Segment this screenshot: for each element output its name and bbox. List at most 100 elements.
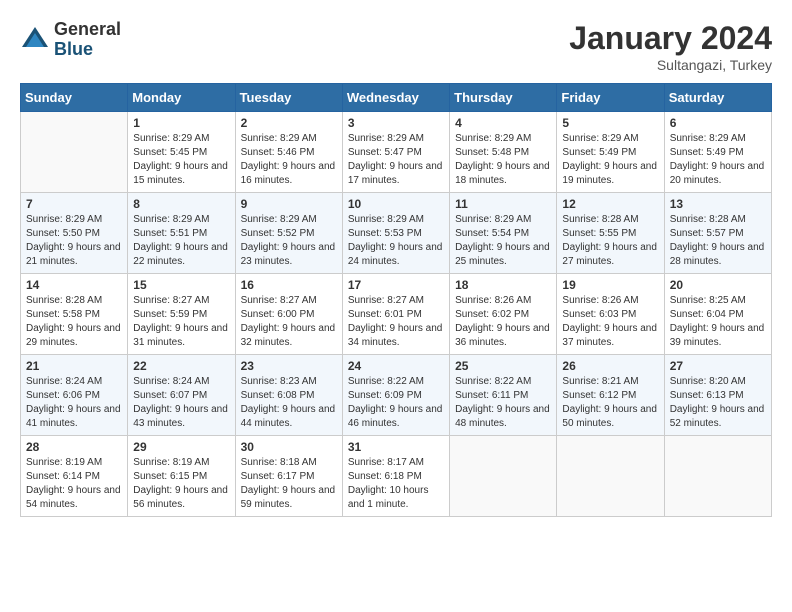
day-info: Sunrise: 8:29 AM Sunset: 5:48 PM Dayligh…: [455, 132, 551, 188]
sunset-text: Sunset: 6:00 PM: [241, 309, 315, 320]
daylight-text: Daylight: 9 hours and 50 minutes.: [562, 404, 657, 429]
daylight-text: Daylight: 9 hours and 21 minutes.: [26, 242, 121, 267]
col-wednesday: Wednesday: [342, 84, 449, 112]
sunset-text: Sunset: 5:45 PM: [133, 147, 207, 158]
month-title: January 2024: [569, 20, 772, 57]
day-number: 11: [455, 197, 551, 211]
day-info: Sunrise: 8:28 AM Sunset: 5:58 PM Dayligh…: [26, 294, 122, 350]
daylight-text: Daylight: 9 hours and 28 minutes.: [670, 242, 765, 267]
calendar-cell: [21, 112, 128, 193]
calendar-cell: 5 Sunrise: 8:29 AM Sunset: 5:49 PM Dayli…: [557, 112, 664, 193]
calendar-cell: 26 Sunrise: 8:21 AM Sunset: 6:12 PM Dayl…: [557, 355, 664, 436]
calendar-cell: 12 Sunrise: 8:28 AM Sunset: 5:55 PM Dayl…: [557, 193, 664, 274]
day-number: 23: [241, 359, 337, 373]
day-info: Sunrise: 8:19 AM Sunset: 6:15 PM Dayligh…: [133, 456, 229, 512]
daylight-text: Daylight: 9 hours and 41 minutes.: [26, 404, 121, 429]
sunrise-text: Sunrise: 8:17 AM: [348, 457, 424, 468]
day-number: 29: [133, 440, 229, 454]
location: Sultangazi, Turkey: [569, 57, 772, 73]
day-info: Sunrise: 8:23 AM Sunset: 6:08 PM Dayligh…: [241, 375, 337, 431]
sunset-text: Sunset: 5:58 PM: [26, 309, 100, 320]
daylight-text: Daylight: 9 hours and 22 minutes.: [133, 242, 228, 267]
daylight-text: Daylight: 9 hours and 43 minutes.: [133, 404, 228, 429]
day-number: 3: [348, 116, 444, 130]
daylight-text: Daylight: 9 hours and 24 minutes.: [348, 242, 443, 267]
calendar-cell: 19 Sunrise: 8:26 AM Sunset: 6:03 PM Dayl…: [557, 274, 664, 355]
page-header: General Blue January 2024 Sultangazi, Tu…: [20, 20, 772, 73]
daylight-text: Daylight: 10 hours and 1 minute.: [348, 485, 429, 510]
sunrise-text: Sunrise: 8:29 AM: [562, 133, 638, 144]
daylight-text: Daylight: 9 hours and 39 minutes.: [670, 323, 765, 348]
day-number: 4: [455, 116, 551, 130]
sunrise-text: Sunrise: 8:25 AM: [670, 295, 746, 306]
day-number: 18: [455, 278, 551, 292]
calendar-cell: 22 Sunrise: 8:24 AM Sunset: 6:07 PM Dayl…: [128, 355, 235, 436]
calendar-cell: 20 Sunrise: 8:25 AM Sunset: 6:04 PM Dayl…: [664, 274, 771, 355]
sunset-text: Sunset: 6:14 PM: [26, 471, 100, 482]
col-monday: Monday: [128, 84, 235, 112]
sunset-text: Sunset: 6:07 PM: [133, 390, 207, 401]
sunrise-text: Sunrise: 8:28 AM: [670, 214, 746, 225]
daylight-text: Daylight: 9 hours and 20 minutes.: [670, 161, 765, 186]
calendar-cell: 10 Sunrise: 8:29 AM Sunset: 5:53 PM Dayl…: [342, 193, 449, 274]
calendar-cell: 30 Sunrise: 8:18 AM Sunset: 6:17 PM Dayl…: [235, 436, 342, 517]
day-info: Sunrise: 8:20 AM Sunset: 6:13 PM Dayligh…: [670, 375, 766, 431]
sunrise-text: Sunrise: 8:27 AM: [241, 295, 317, 306]
sunrise-text: Sunrise: 8:26 AM: [562, 295, 638, 306]
day-number: 8: [133, 197, 229, 211]
day-info: Sunrise: 8:19 AM Sunset: 6:14 PM Dayligh…: [26, 456, 122, 512]
sunset-text: Sunset: 6:03 PM: [562, 309, 636, 320]
day-number: 28: [26, 440, 122, 454]
sunset-text: Sunset: 6:11 PM: [455, 390, 528, 401]
calendar-cell: 29 Sunrise: 8:19 AM Sunset: 6:15 PM Dayl…: [128, 436, 235, 517]
day-info: Sunrise: 8:29 AM Sunset: 5:49 PM Dayligh…: [670, 132, 766, 188]
day-info: Sunrise: 8:28 AM Sunset: 5:57 PM Dayligh…: [670, 213, 766, 269]
daylight-text: Daylight: 9 hours and 46 minutes.: [348, 404, 443, 429]
day-info: Sunrise: 8:22 AM Sunset: 6:11 PM Dayligh…: [455, 375, 551, 431]
day-info: Sunrise: 8:24 AM Sunset: 6:06 PM Dayligh…: [26, 375, 122, 431]
day-info: Sunrise: 8:27 AM Sunset: 5:59 PM Dayligh…: [133, 294, 229, 350]
daylight-text: Daylight: 9 hours and 54 minutes.: [26, 485, 121, 510]
sunset-text: Sunset: 5:49 PM: [562, 147, 636, 158]
daylight-text: Daylight: 9 hours and 31 minutes.: [133, 323, 228, 348]
day-number: 25: [455, 359, 551, 373]
day-number: 15: [133, 278, 229, 292]
daylight-text: Daylight: 9 hours and 48 minutes.: [455, 404, 550, 429]
sunrise-text: Sunrise: 8:29 AM: [241, 214, 317, 225]
sunset-text: Sunset: 5:47 PM: [348, 147, 422, 158]
day-number: 31: [348, 440, 444, 454]
sunrise-text: Sunrise: 8:22 AM: [348, 376, 424, 387]
daylight-text: Daylight: 9 hours and 27 minutes.: [562, 242, 657, 267]
daylight-text: Daylight: 9 hours and 56 minutes.: [133, 485, 228, 510]
sunset-text: Sunset: 6:18 PM: [348, 471, 422, 482]
calendar-cell: 7 Sunrise: 8:29 AM Sunset: 5:50 PM Dayli…: [21, 193, 128, 274]
day-number: 24: [348, 359, 444, 373]
calendar-cell: 17 Sunrise: 8:27 AM Sunset: 6:01 PM Dayl…: [342, 274, 449, 355]
sunrise-text: Sunrise: 8:29 AM: [241, 133, 317, 144]
calendar-cell: 24 Sunrise: 8:22 AM Sunset: 6:09 PM Dayl…: [342, 355, 449, 436]
calendar-cell: 11 Sunrise: 8:29 AM Sunset: 5:54 PM Dayl…: [450, 193, 557, 274]
daylight-text: Daylight: 9 hours and 37 minutes.: [562, 323, 657, 348]
sunset-text: Sunset: 6:15 PM: [133, 471, 207, 482]
calendar-cell: [664, 436, 771, 517]
calendar-cell: 6 Sunrise: 8:29 AM Sunset: 5:49 PM Dayli…: [664, 112, 771, 193]
day-number: 6: [670, 116, 766, 130]
sunset-text: Sunset: 6:17 PM: [241, 471, 315, 482]
daylight-text: Daylight: 9 hours and 18 minutes.: [455, 161, 550, 186]
title-block: January 2024 Sultangazi, Turkey: [569, 20, 772, 73]
col-tuesday: Tuesday: [235, 84, 342, 112]
day-number: 7: [26, 197, 122, 211]
sunset-text: Sunset: 5:48 PM: [455, 147, 529, 158]
calendar-week-row: 1 Sunrise: 8:29 AM Sunset: 5:45 PM Dayli…: [21, 112, 772, 193]
sunset-text: Sunset: 5:50 PM: [26, 228, 100, 239]
calendar-cell: 3 Sunrise: 8:29 AM Sunset: 5:47 PM Dayli…: [342, 112, 449, 193]
calendar-cell: 18 Sunrise: 8:26 AM Sunset: 6:02 PM Dayl…: [450, 274, 557, 355]
calendar-table: Sunday Monday Tuesday Wednesday Thursday…: [20, 83, 772, 517]
day-number: 14: [26, 278, 122, 292]
calendar-body: 1 Sunrise: 8:29 AM Sunset: 5:45 PM Dayli…: [21, 112, 772, 517]
sunset-text: Sunset: 5:53 PM: [348, 228, 422, 239]
sunset-text: Sunset: 6:08 PM: [241, 390, 315, 401]
day-info: Sunrise: 8:26 AM Sunset: 6:02 PM Dayligh…: [455, 294, 551, 350]
calendar-header: Sunday Monday Tuesday Wednesday Thursday…: [21, 84, 772, 112]
sunrise-text: Sunrise: 8:28 AM: [562, 214, 638, 225]
